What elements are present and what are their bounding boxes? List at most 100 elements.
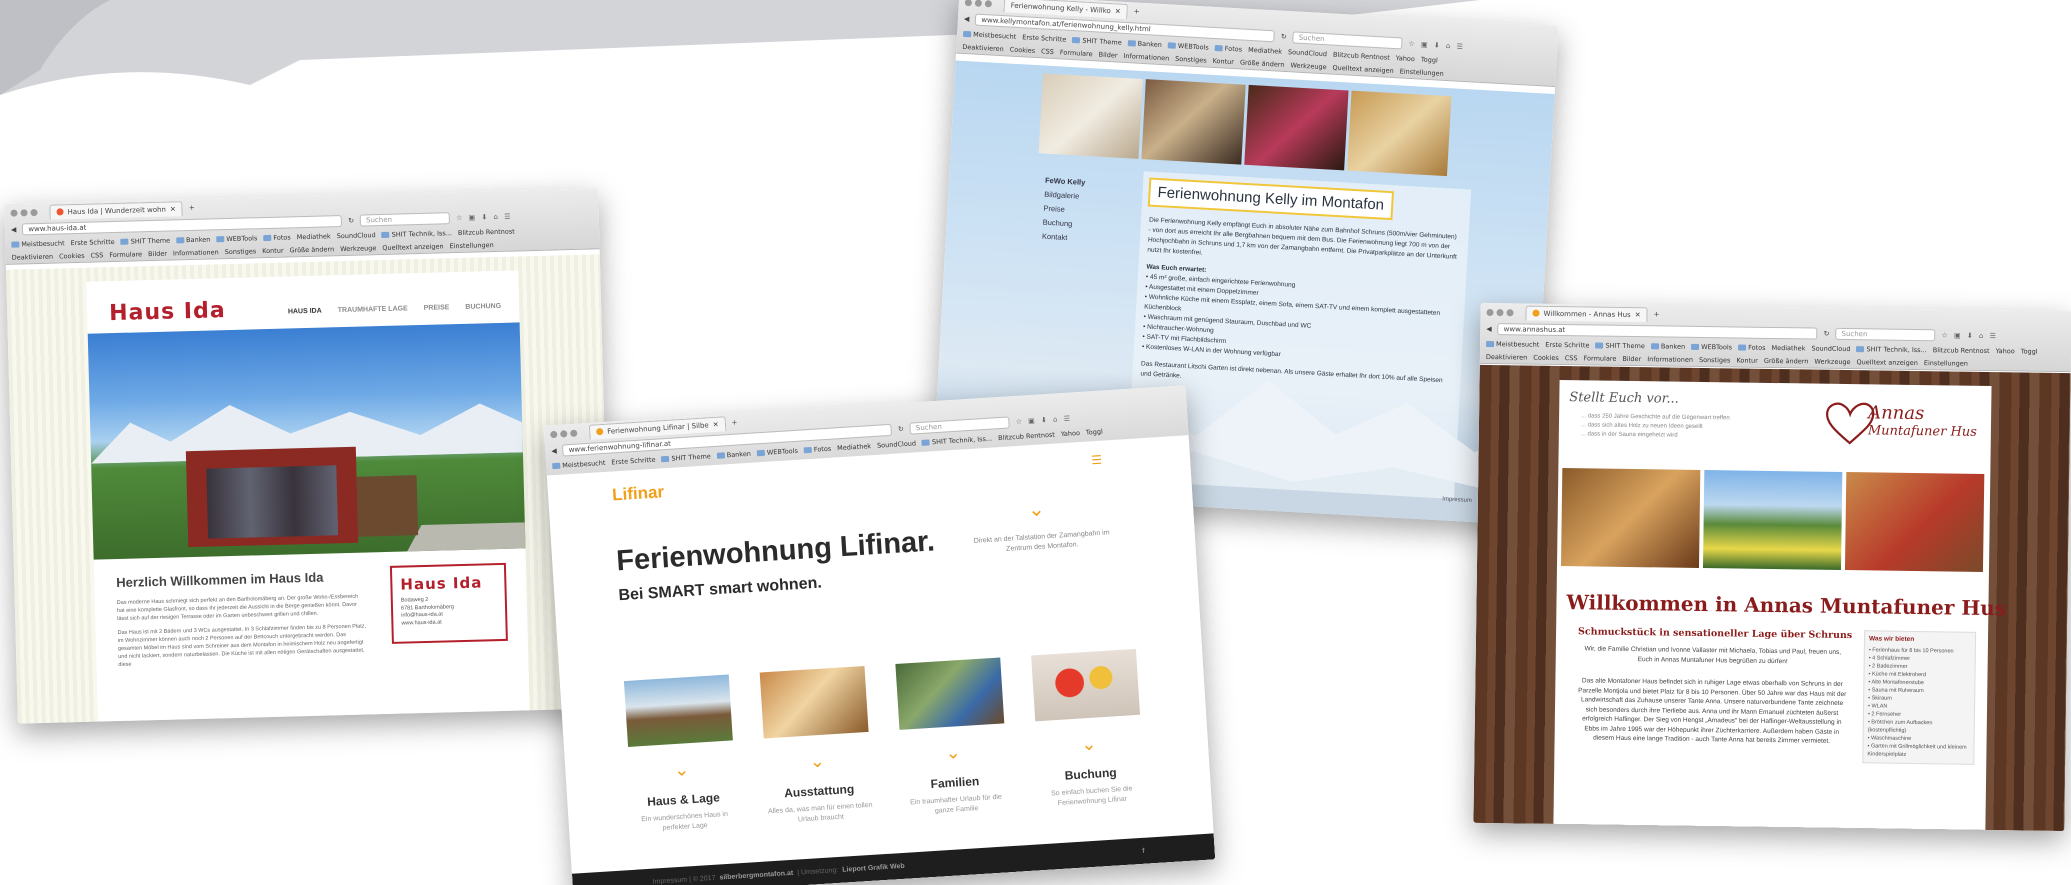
favicon-icon (595, 427, 604, 436)
photo-kitchen[interactable] (1347, 90, 1452, 177)
back-icon[interactable]: ◀ (11, 226, 17, 234)
page-heading: Herzlich Willkommen im Haus Ida (116, 569, 324, 591)
chevron-down-icon: ⌄ (1080, 733, 1098, 756)
back-icon[interactable]: ◀ (1486, 325, 1492, 333)
footer-credit-label: | Umsetzung: (796, 866, 839, 877)
house (185, 446, 359, 548)
new-tab-icon[interactable]: + (189, 204, 195, 212)
page-heading: Ferienwohnung Lifinar. (615, 525, 936, 578)
new-tab-icon[interactable]: + (731, 418, 737, 426)
page-title: Ferienwohnung Kelly im Montafon (1147, 177, 1394, 221)
chevron-down-icon[interactable]: ⌄ (1027, 496, 1045, 521)
nav-item[interactable]: HAUS IDA (288, 308, 322, 316)
browser-tab[interactable]: Haus Ida | Wunderzeit wohn ✕ (49, 200, 183, 220)
toolbar-icons[interactable]: ☆ ▣ ⬇ ⌂ ☰ (1015, 414, 1072, 426)
feature-card[interactable]: ⌄ Familien Ein traumhafter Urlaub für di… (891, 657, 1013, 819)
neighbour-house (356, 475, 419, 537)
sub-heading: Schmuckstück in sensationeller Lage über… (1577, 626, 1853, 642)
site-logo[interactable]: Annas Muntafuner Hus (1826, 402, 1978, 445)
feature-card[interactable]: ⌄ Buchung So einfach buchen Sie die Feri… (1027, 648, 1149, 811)
site-logo[interactable]: Haus Ida (109, 298, 226, 326)
window-controls[interactable] (964, 0, 993, 7)
page-lifinar: Lifinar ☰ Ferienwohnung Lifinar. Bei SMA… (546, 435, 1216, 885)
bookmark-item[interactable]: Meistbesucht (11, 239, 65, 248)
card-address: Bodaweg 2 6781 Bartholomäberg info@haus-… (400, 596, 454, 627)
nav-item[interactable]: Kontakt (1042, 230, 1083, 246)
bookmark-item[interactable]: WEBTools (216, 234, 257, 243)
photo-stube[interactable] (1560, 468, 1701, 568)
browser-window-haus-ida: Haus Ida | Wunderzeit wohn ✕ + ◀ www.haus… (4, 188, 612, 724)
intro-lines: ... dass 250 Jahre Geschichte auf die Ge… (1580, 413, 1730, 439)
bookmark-item[interactable]: Banken (176, 235, 210, 244)
back-icon[interactable]: ◀ (551, 447, 557, 455)
stage: Haus Ida | Wunderzeit wohn ✕ + ◀ www.haus… (0, 0, 2071, 885)
contact-card: Haus Ida Bodaweg 2 6781 Bartholomäberg i… (389, 562, 508, 644)
window-controls[interactable] (10, 208, 38, 217)
new-tab-icon[interactable]: + (1133, 7, 1139, 15)
road (404, 521, 526, 556)
close-tab-icon[interactable]: ✕ (170, 205, 176, 213)
nav-item[interactable]: TRAUMHAFTE LAGE (338, 305, 408, 314)
favicon-icon (56, 208, 64, 216)
intro-text: Das moderne Haus schmiegt sich perfekt a… (116, 593, 367, 669)
reload-icon[interactable]: ↻ (1824, 330, 1830, 338)
browser-window-lifinar: Ferienwohnung Lifinar | Silbe ✕ + ◀ www.f… (543, 385, 1216, 885)
reload-icon[interactable]: ↻ (1281, 33, 1287, 41)
bookmark-item[interactable]: Erste Schritte (70, 237, 114, 246)
content-column: Haus Ida HAUS IDA TRAUMHAFTE LAGE PREISE… (86, 270, 530, 722)
footer-domain[interactable]: silberbergmontafon.at (719, 869, 793, 881)
nav-item[interactable]: PREISE (424, 304, 450, 312)
feature-text: Alles da, was man für einen tollen Urlau… (767, 801, 873, 824)
welcome-text: Wir, die Familie Christian und Ivonne Va… (1584, 645, 1842, 665)
browser-tab[interactable]: Willkommen - Annas Hus ✕ (1525, 305, 1648, 322)
close-tab-icon[interactable]: ✕ (712, 420, 718, 428)
window-controls[interactable] (550, 429, 578, 438)
photo-bathroom[interactable] (1038, 73, 1143, 159)
feature-photo (623, 674, 733, 748)
close-tab-icon[interactable]: ✕ (1635, 311, 1641, 319)
search-input[interactable]: Suchen (359, 212, 451, 227)
footer-credit[interactable]: Lieport Grafik Web (842, 862, 905, 873)
house-description: Das alte Montafoner Haus befindet sich i… (1578, 677, 1847, 745)
toolbar-icons[interactable]: ☆ ▣ ⬇ ⌂ ☰ (456, 213, 513, 222)
bookmark-item[interactable]: SoundCloud (337, 231, 376, 240)
reload-icon[interactable]: ↻ (348, 217, 354, 225)
close-tab-icon[interactable]: ✕ (1115, 7, 1121, 15)
photo-bedroom[interactable] (1844, 472, 1985, 572)
toolbar-icons[interactable]: ☆ ▣ ⬇ ⌂ ☰ (1408, 40, 1465, 51)
browser-window-annas-hus: Willkommen - Annas Hus ✕ + ◀ www.annashus… (1473, 302, 2071, 832)
content-column: Stellt Euch vor... ... dass 250 Jahre Ge… (1553, 380, 2006, 830)
photo-garden[interactable] (1702, 470, 1843, 570)
bookmark-item[interactable]: Fotos (263, 233, 291, 242)
feature-title: Familien (930, 774, 980, 792)
footer-legal[interactable]: Impressum | © 2017 (652, 874, 715, 885)
bookmark-item[interactable]: Mediathek (297, 232, 331, 241)
photo-bedroom[interactable] (1244, 84, 1349, 171)
toolbar-icons[interactable]: ☆ ▣ ⬇ ⌂ ☰ (1941, 331, 1997, 340)
page-heading: Willkommen in Annas Muntafuner Hus (1566, 590, 2007, 621)
back-icon[interactable]: ◀ (964, 15, 970, 23)
feature-card[interactable]: ⌄ Ausstattung Alles da, was man für eine… (756, 666, 878, 828)
bookmark-item[interactable]: Blitzcub Rentnost (458, 227, 515, 236)
intro-heading: Stellt Euch vor... (1569, 390, 1679, 407)
feature-card[interactable]: ⌄ Haus & Lage Ein wunderschönes Haus in … (620, 674, 742, 836)
feature-photo (894, 657, 1004, 730)
facebook-icon[interactable]: f (1142, 847, 1145, 854)
description: Die Ferienwohnung Kelly empfängt Euch in… (1140, 216, 1457, 385)
favicon-icon (1532, 309, 1540, 317)
photo-living-room[interactable] (1141, 79, 1246, 165)
photo-row (1560, 468, 1985, 572)
new-tab-icon[interactable]: + (1654, 310, 1660, 318)
reload-icon[interactable]: ↻ (898, 425, 904, 433)
nav-item[interactable]: BUCHUNG (465, 303, 501, 311)
search-input[interactable]: Suchen (1835, 327, 1936, 342)
window-controls[interactable] (1486, 308, 1514, 316)
features-title: Was wir bieten (1868, 635, 1915, 643)
photo-strip (1038, 73, 1452, 177)
menu-icon[interactable]: ☰ (1091, 453, 1103, 468)
main-nav: HAUS IDA TRAUMHAFTE LAGE PREISE BUCHUNG (288, 303, 501, 316)
bookmark-item[interactable]: SHIT Technik, Iss... (381, 229, 452, 239)
chevron-down-icon: ⌄ (944, 742, 962, 765)
bookmark-item[interactable]: SHIT Theme (120, 236, 170, 245)
site-logo[interactable]: Lifinar (612, 482, 665, 505)
